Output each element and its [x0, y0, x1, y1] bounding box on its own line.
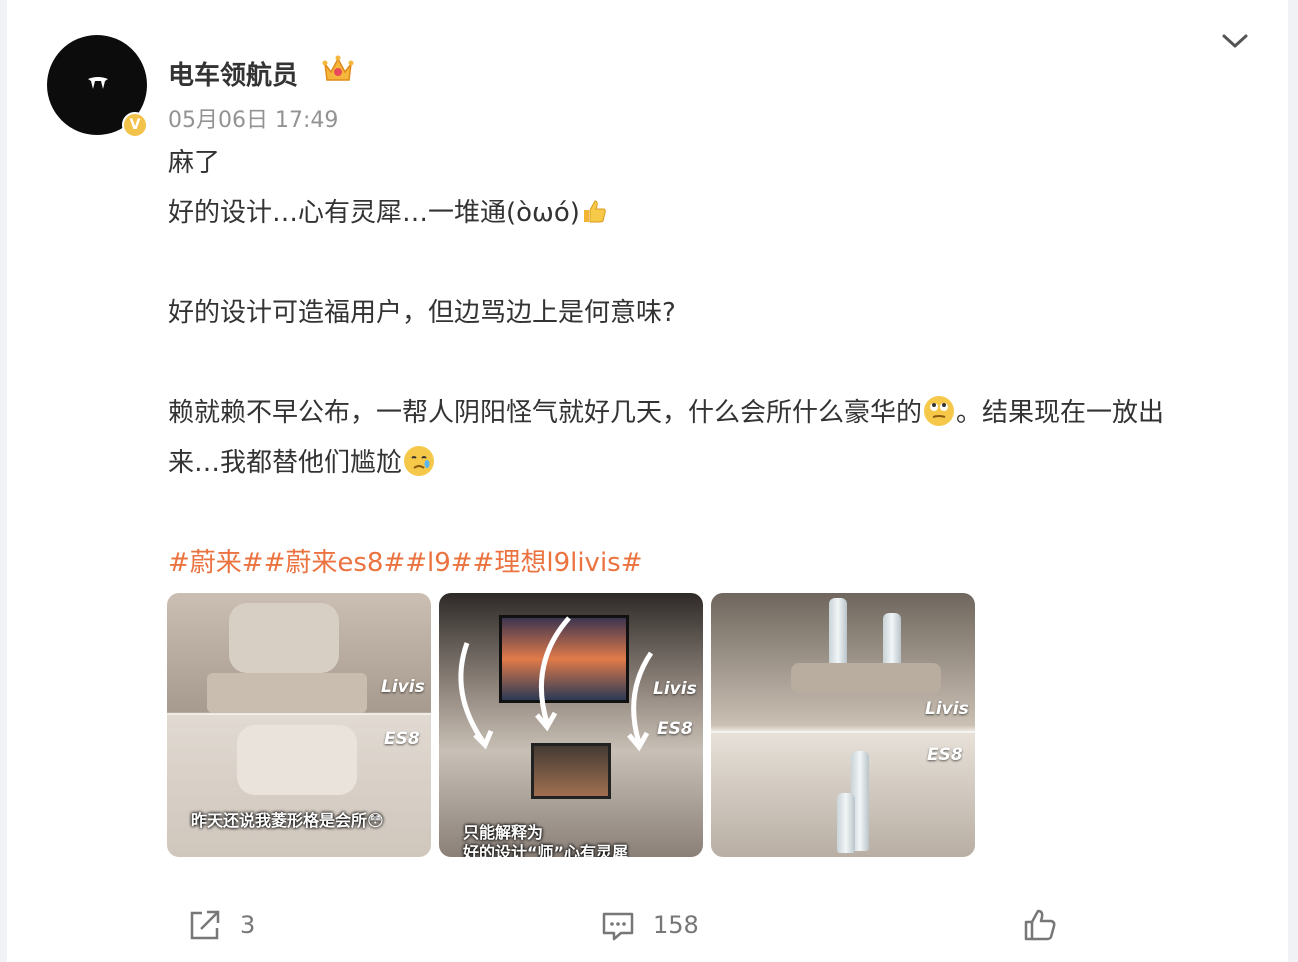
crying-emoji-icon: [404, 446, 435, 476]
post-text-span: 。结果现在一放出: [956, 398, 1165, 428]
headrest-shape: [229, 603, 339, 673]
bottle-shape: [837, 793, 855, 853]
image-tag-livis: Livis: [925, 699, 969, 719]
fang-logo-icon: [88, 77, 108, 89]
share-icon: [190, 910, 220, 940]
image-tag-livis: Livis: [653, 679, 697, 699]
post-text-line: 麻了: [168, 148, 221, 178]
share-button[interactable]: 3: [188, 905, 255, 945]
post-text-span: 好的设计…心有灵犀…一堆通(òωó): [168, 198, 580, 228]
like-icon: [1024, 909, 1056, 941]
image-tag-livis: Livis: [381, 677, 425, 697]
image-tag-es8: ES8: [657, 719, 693, 739]
post-text-span: 赖就赖不早公布，一帮人阴阳怪气就好几天，什么会所什么豪华的: [168, 398, 923, 428]
image-tag-es8: ES8: [384, 729, 420, 749]
more-chevron-icon[interactable]: [1218, 28, 1252, 54]
comment-count: 158: [653, 911, 699, 939]
bottle-shape: [829, 598, 847, 668]
image-caption: 好的设计“师”心有灵犀: [463, 843, 629, 857]
headrest-shape: [237, 725, 357, 795]
post-text-line: 好的设计…心有灵犀…一堆通(òωó): [168, 192, 608, 229]
post-text-span: 来…我都替他们尴尬: [168, 448, 403, 478]
share-count: 3: [240, 911, 256, 939]
post-text-line: 来…我都替他们尴尬: [168, 442, 436, 479]
seat-diamond-quilt: [207, 673, 367, 713]
post-image-3[interactable]: Livis ES8: [711, 593, 975, 857]
hashtags-link[interactable]: #蔚来##蔚来es8##l9##理想l9livis#: [168, 542, 643, 579]
comment-icon: [602, 912, 634, 941]
image-tag-es8: ES8: [927, 745, 963, 765]
image-caption: 昨天还说我菱形格是会所😳: [191, 811, 384, 830]
username[interactable]: 电车领航员: [168, 55, 298, 92]
image-divider: [711, 731, 975, 733]
thumbs-up-emoji-icon: [583, 200, 606, 223]
post-text-line: 赖就赖不早公布，一帮人阴阳怪气就好几天，什么会所什么豪华的 。结果现在一放出: [168, 392, 1164, 429]
post-text-line: 好的设计可造福用户，但边骂边上是何意味?: [168, 298, 676, 328]
verified-badge: V: [122, 112, 148, 138]
comment-button[interactable]: 158: [601, 905, 699, 945]
post-timestamp[interactable]: 05月06日 17:49: [168, 102, 338, 134]
post-image-2[interactable]: Livis ES8 只能解释为 好的设计“师”心有灵犀: [439, 593, 703, 857]
console-shape: [791, 663, 941, 693]
image-divider: [167, 713, 431, 715]
eye-roll-emoji-icon: [924, 396, 955, 426]
crown-icon: [322, 55, 354, 81]
post-image-1[interactable]: Livis ES8 昨天还说我菱形格是会所😳: [167, 593, 431, 857]
like-button[interactable]: [1022, 905, 1058, 945]
